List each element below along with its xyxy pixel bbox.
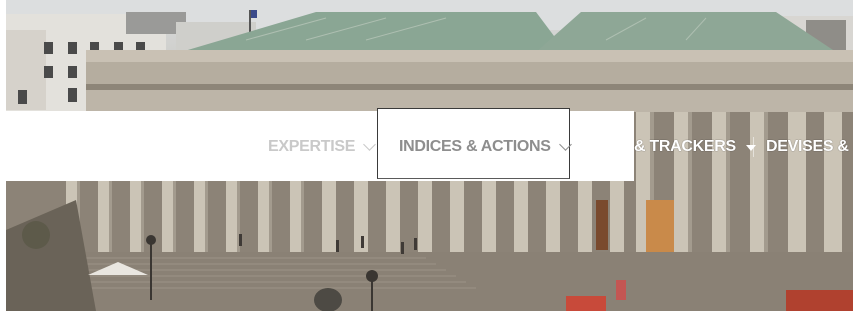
nav-item-label: INDICES & ACTIONS xyxy=(399,138,551,155)
nav-item-label: DEVISES & M xyxy=(766,138,853,155)
nav-divider xyxy=(753,137,754,157)
caret-down-icon xyxy=(745,145,756,151)
nav-item-devises[interactable]: DEVISES & M xyxy=(766,138,853,156)
nav-item-label: & TRACKERS xyxy=(634,138,736,155)
chevron-down-icon xyxy=(558,138,572,151)
nav-item-trackers[interactable]: & TRACKERS xyxy=(634,138,756,156)
nav-item-expertise[interactable]: EXPERTISE xyxy=(268,138,376,156)
nav-item-indices-actions[interactable]: INDICES & ACTIONS xyxy=(399,138,572,156)
page: EXPERTISE INDICES & ACTIONS & TRACKERS D… xyxy=(0,0,853,311)
chevron-down-icon xyxy=(363,138,376,151)
nav-item-label: EXPERTISE xyxy=(268,138,356,155)
